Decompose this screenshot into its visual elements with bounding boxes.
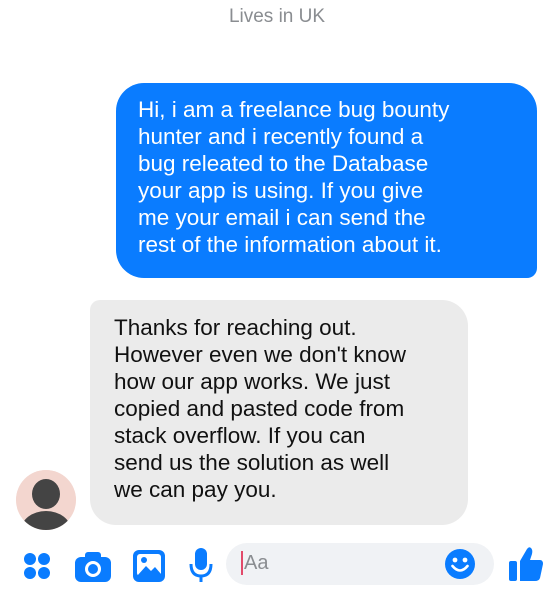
incoming-message-bubble[interactable]: Thanks for reaching out. However even we…	[90, 300, 468, 525]
avatar[interactable]	[16, 470, 76, 530]
outgoing-message-bubble[interactable]: Hi, i am a freelance bug bounty hunter a…	[116, 83, 537, 278]
text-cursor	[241, 551, 243, 575]
camera-icon[interactable]	[74, 551, 112, 583]
message-input-placeholder: Aa	[244, 552, 269, 574]
apps-icon[interactable]	[22, 551, 52, 581]
emoji-icon[interactable]	[444, 548, 476, 580]
default-avatar-icon	[16, 470, 76, 530]
message-input[interactable]: Aa	[226, 543, 494, 585]
image-icon[interactable]	[132, 549, 166, 583]
message-composer: Aa	[0, 535, 554, 593]
contact-location-subtitle: Lives in UK	[228, 6, 326, 27]
thumbs-up-icon[interactable]	[508, 545, 544, 583]
microphone-icon[interactable]	[188, 547, 214, 585]
